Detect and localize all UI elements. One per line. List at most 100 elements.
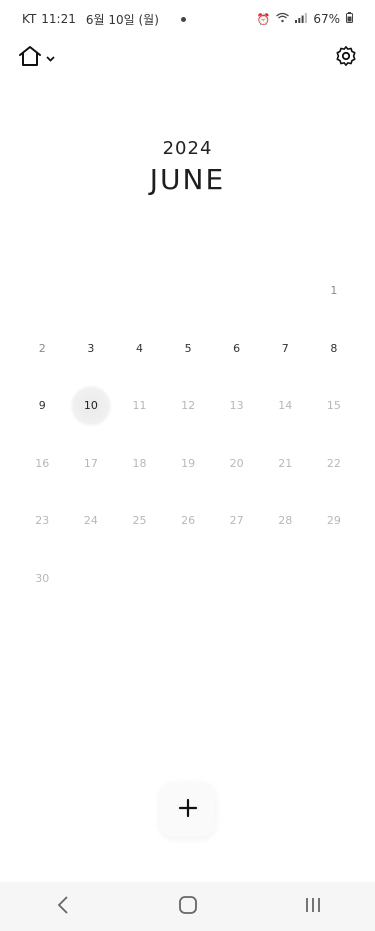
chevron-down-icon [46, 54, 55, 65]
status-right: ⏰ 67% [257, 12, 353, 26]
calendar-day[interactable]: 12 [164, 377, 213, 435]
home-nav-button[interactable] [158, 887, 218, 927]
calendar-empty-cell [67, 550, 116, 608]
calendar-day-number: 7 [281, 341, 289, 355]
calendar-empty-cell [212, 262, 261, 320]
calendar-day-number: 8 [330, 341, 338, 355]
calendar-empty-cell [164, 550, 213, 608]
alarm-icon: ⏰ [256, 12, 271, 26]
calendar-day-number: 29 [326, 514, 341, 528]
calendar-day-number: 25 [132, 514, 147, 528]
app-bar [0, 40, 375, 76]
calendar-day[interactable]: 26 [164, 492, 213, 550]
recents-icon [304, 896, 322, 918]
calendar-week: 9 10 11 12 13 14 15 [18, 377, 358, 435]
calendar-day[interactable]: 20 [212, 435, 261, 493]
calendar-week: 23 24 25 26 27 28 29 [18, 492, 358, 550]
calendar-day-number: 3 [87, 341, 95, 355]
calendar-day-number: 23 [35, 514, 50, 528]
calendar-day[interactable]: 2 [18, 320, 67, 378]
calendar-day[interactable]: 22 [310, 435, 359, 493]
calendar-day[interactable]: 1 [310, 262, 359, 320]
calendar-day[interactable]: 21 [261, 435, 310, 493]
calendar-empty-cell [18, 262, 67, 320]
calendar-day-number: 18 [132, 456, 147, 470]
calendar-day[interactable]: 30 [18, 550, 67, 608]
calendar-day[interactable]: 18 [115, 435, 164, 493]
calendar-day[interactable]: 11 [115, 377, 164, 435]
calendar-day[interactable]: 24 [67, 492, 116, 550]
calendar-day-number: 4 [135, 341, 143, 355]
calendar-day-number: 24 [83, 514, 98, 528]
calendar-day-number: 17 [83, 456, 98, 470]
calendar-day-number: 9 [38, 399, 46, 413]
calendar-week: 16 17 18 19 20 21 22 [18, 435, 358, 493]
calendar-day-number: 19 [181, 456, 196, 470]
year-label: 2024 [162, 138, 213, 159]
recents-button[interactable] [283, 887, 343, 927]
back-button[interactable] [33, 887, 93, 927]
add-button[interactable] [160, 782, 215, 837]
calendar-day-number: 28 [278, 514, 293, 528]
calendar-day[interactable]: 9 [18, 377, 67, 435]
status-date: 6월 10일 (월) [85, 12, 159, 27]
calendar-day-number: 11 [132, 399, 147, 413]
back-icon [57, 895, 69, 918]
calendar-day[interactable]: 5 [164, 320, 213, 378]
calendar-day[interactable]: 23 [18, 492, 67, 550]
calendar-empty-cell [310, 550, 359, 608]
calendar-day[interactable]: 19 [164, 435, 213, 493]
home-menu-button[interactable] [18, 45, 55, 71]
calendar-day-number: 26 [181, 514, 196, 528]
calendar-day-number: 13 [229, 399, 244, 413]
calendar-day[interactable]: 25 [115, 492, 164, 550]
calendar-empty-cell [261, 550, 310, 608]
carrier-label: KT [22, 12, 37, 26]
home-nav-icon [178, 895, 197, 918]
calendar-day-number: 10 [83, 399, 98, 413]
calendar-week: 30 [18, 550, 358, 608]
calendar-day[interactable]: 3 [67, 320, 116, 378]
month-label: JUNE [149, 163, 226, 196]
calendar-day[interactable]: 7 [261, 320, 310, 378]
home-icon [18, 45, 42, 71]
calendar-day-number: 1 [330, 284, 338, 298]
gear-icon [335, 46, 357, 71]
settings-button[interactable] [335, 45, 357, 71]
calendar-day-number: 15 [326, 399, 341, 413]
notification-dot [180, 16, 186, 22]
system-navigation-bar [0, 882, 375, 931]
calendar-day[interactable]: 4 [115, 320, 164, 378]
calendar-day[interactable]: 29 [310, 492, 359, 550]
status-left: KT 11:21 6월 10일 (월) [22, 11, 186, 28]
calendar-day-number: 21 [278, 456, 293, 470]
calendar-day-number: 2 [38, 341, 46, 355]
calendar-day[interactable]: 6 [212, 320, 261, 378]
calendar-day-number: 6 [233, 341, 241, 355]
calendar-empty-cell [212, 550, 261, 608]
signal-icon [295, 12, 308, 26]
calendar-day[interactable]: 27 [212, 492, 261, 550]
calendar-empty-cell [115, 262, 164, 320]
calendar-day[interactable]: 28 [261, 492, 310, 550]
calendar-day[interactable]: 17 [67, 435, 116, 493]
calendar-day[interactable]: 16 [18, 435, 67, 493]
calendar-empty-cell [67, 262, 116, 320]
calendar-empty-cell [164, 262, 213, 320]
calendar-day[interactable]: 14 [261, 377, 310, 435]
wifi-icon [276, 12, 290, 26]
calendar-day-number: 14 [278, 399, 293, 413]
calendar-day[interactable]: 15 [310, 377, 359, 435]
plus-icon [178, 798, 198, 822]
calendar-day-today[interactable]: 10 [67, 377, 116, 435]
calendar-week: 2 3 4 5 6 7 8 [18, 320, 358, 378]
calendar-day[interactable]: 13 [212, 377, 261, 435]
battery-icon [346, 12, 353, 26]
calendar-empty-cell [115, 550, 164, 608]
calendar-week: 1 [18, 262, 358, 320]
calendar-day-number: 30 [35, 571, 50, 585]
calendar-day[interactable]: 8 [310, 320, 359, 378]
status-time: 11:21 [41, 12, 76, 26]
calendar-day-number: 12 [181, 399, 196, 413]
calendar-empty-cell [261, 262, 310, 320]
